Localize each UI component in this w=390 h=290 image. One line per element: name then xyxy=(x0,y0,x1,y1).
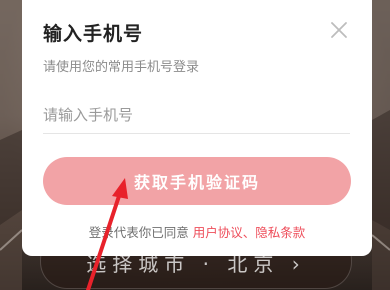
close-icon[interactable] xyxy=(326,17,352,43)
agreement-notice: 登录代表你已同意 用户协议、隐私条款 xyxy=(22,222,372,241)
agreement-separator: 、 xyxy=(242,225,256,240)
phone-login-dialog: 输入手机号 请使用您的常用手机号登录 获取手机验证码 登录代表你已同意 用户协议… xyxy=(22,0,372,256)
dialog-subtitle: 请使用您的常用手机号登录 xyxy=(43,60,200,75)
get-verification-code-button[interactable]: 获取手机验证码 xyxy=(43,157,351,205)
app-screen: 选择城市 · 北京 › 输入手机号 请使用您的常用手机号登录 获取手机验证码 登… xyxy=(0,0,390,290)
user-agreement-link[interactable]: 用户协议 xyxy=(193,225,243,240)
dialog-title: 输入手机号 xyxy=(43,23,144,45)
agreement-prefix: 登录代表你已同意 xyxy=(88,225,189,240)
phone-number-input[interactable] xyxy=(43,97,350,134)
privacy-policy-link[interactable]: 隐私条款 xyxy=(255,225,305,240)
